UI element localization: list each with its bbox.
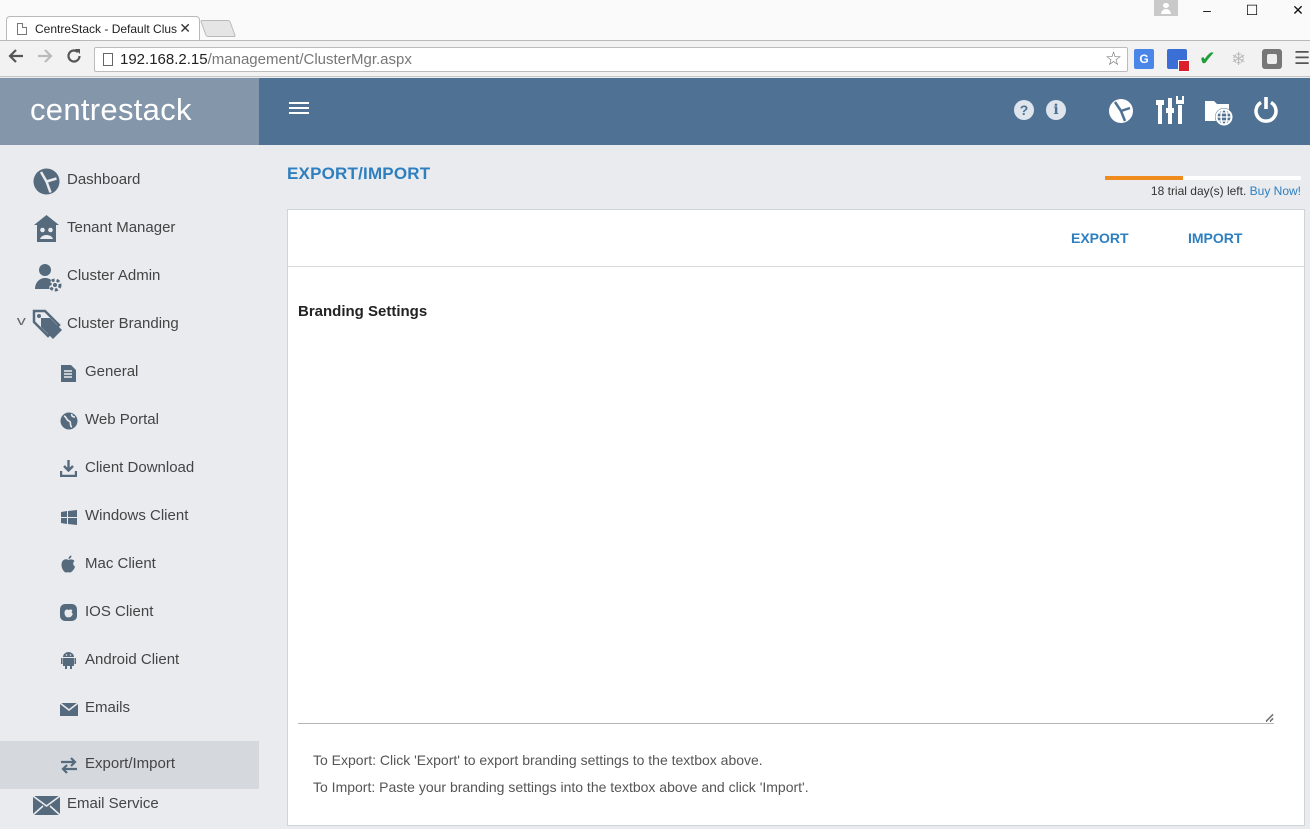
forward-arrow-icon: [38, 49, 53, 63]
document-icon: [61, 365, 76, 386]
sidebar-item-label: Mac Client: [85, 555, 156, 572]
sidebar-item-email-service[interactable]: Email Service: [0, 781, 259, 829]
trial-days-left: 18 trial day(s) left.: [1150, 184, 1247, 198]
mail-icon: [32, 795, 61, 819]
sidebar-item-windows-client[interactable]: Windows Client: [0, 493, 259, 541]
close-window-button[interactable]: ✕: [1283, 2, 1310, 19]
import-button[interactable]: IMPORT: [1188, 230, 1242, 246]
sidebar-item-emails[interactable]: Emails: [0, 685, 259, 733]
app-header: centrestack ? i: [0, 78, 1310, 145]
sidebar-item-label: Tenant Manager: [67, 219, 176, 236]
address-bar[interactable]: 192.168.2.15/management/ClusterMgr.aspx …: [94, 47, 1128, 72]
tag-icon: [32, 309, 64, 343]
browser-menu-icon[interactable]: ☰: [1294, 48, 1310, 69]
logo-area: centrestack: [0, 78, 259, 145]
chevron-down-icon: v: [16, 313, 26, 328]
reload-button[interactable]: [63, 47, 85, 70]
back-button[interactable]: [5, 47, 27, 70]
tools-icon[interactable]: [1155, 96, 1185, 124]
trial-progress-fill: [1105, 176, 1184, 180]
bookmark-star-icon[interactable]: ☆: [1105, 48, 1122, 71]
dashboard-icon: [33, 168, 60, 199]
sidebar-item-general[interactable]: General: [0, 349, 259, 397]
sidebar-item-label: Emails: [85, 699, 131, 716]
maximize-button[interactable]: ☐: [1237, 2, 1267, 19]
trial-progress-bar: [1105, 176, 1301, 180]
menu-icon[interactable]: [289, 102, 309, 119]
panel-toolbar: EXPORT IMPORT: [288, 210, 1304, 267]
android-icon: [61, 651, 76, 673]
sidebar-item-mac-client[interactable]: Mac Client: [0, 541, 259, 589]
sidebar-item-label: Windows Client: [85, 507, 189, 524]
sidebar-item-label: Email Service: [67, 795, 159, 812]
export-help-text: To Export: Click 'Export' to export bran…: [313, 752, 763, 768]
forward-button[interactable]: [34, 47, 56, 70]
browser-titlebar: CentreStack - Default Clus ✕ – ☐ ✕: [0, 0, 1310, 41]
sidebar-item-label: Cluster Admin: [67, 267, 161, 284]
export-button[interactable]: EXPORT: [1071, 230, 1129, 246]
sidebar-item-dashboard[interactable]: Dashboard: [0, 157, 259, 205]
sidebar-item-android-client[interactable]: Android Client: [0, 637, 259, 685]
download-icon: [59, 460, 78, 481]
reload-icon: [67, 49, 81, 63]
envelope-icon: [59, 702, 79, 720]
trial-indicator: 18 trial day(s) left. Buy Now!: [1105, 176, 1301, 198]
sidebar: Dashboard Tenant Manager Cluster Admin v…: [0, 145, 259, 826]
branding-settings-textbox[interactable]: [298, 330, 1274, 724]
export-import-panel: EXPORT IMPORT Branding Settings To Expor…: [287, 209, 1305, 826]
sidebar-item-label: Cluster Branding: [67, 315, 179, 332]
tab-close-icon[interactable]: ✕: [179, 20, 191, 37]
check-extension-icon[interactable]: ✔: [1199, 49, 1219, 69]
snowflake-extension-icon[interactable]: ❄: [1231, 49, 1251, 69]
sidebar-item-tenant-manager[interactable]: Tenant Manager: [0, 205, 259, 253]
tenant-icon: [33, 214, 60, 247]
sidebar-item-cluster-branding[interactable]: v Cluster Branding: [0, 301, 259, 349]
section-label: Branding Settings: [298, 303, 428, 320]
windows-icon: [61, 510, 77, 529]
dashboard-icon[interactable]: [1108, 98, 1134, 124]
web-portal-icon[interactable]: [1203, 97, 1235, 127]
box-extension-icon[interactable]: [1262, 49, 1282, 69]
sidebar-item-label: General: [85, 363, 139, 380]
screen-extension-icon[interactable]: [1167, 49, 1190, 72]
sidebar-item-label: Export/Import: [85, 755, 176, 772]
globe-icon: [60, 412, 78, 434]
import-help-text: To Import: Paste your branding settings …: [313, 779, 809, 795]
new-tab-button[interactable]: [199, 20, 237, 37]
url-text: 192.168.2.15/management/ClusterMgr.aspx: [120, 51, 412, 68]
page-icon: [17, 23, 27, 35]
page-icon: [103, 53, 113, 66]
tab-title: CentreStack - Default Clus: [35, 22, 178, 36]
sidebar-item-label: Client Download: [85, 459, 195, 476]
translate-extension-icon[interactable]: G: [1134, 49, 1154, 69]
sidebar-item-cluster-admin[interactable]: Cluster Admin: [0, 253, 259, 301]
apple-icon: [61, 555, 76, 577]
sidebar-item-label: IOS Client: [85, 603, 154, 620]
power-icon[interactable]: [1252, 96, 1280, 124]
sidebar-item-label: Web Portal: [85, 411, 159, 428]
sidebar-item-label: Android Client: [85, 651, 180, 668]
resize-grip-icon[interactable]: [1265, 713, 1274, 722]
page-title: EXPORT/IMPORT: [287, 164, 431, 183]
info-icon[interactable]: i: [1046, 100, 1066, 120]
help-icon[interactable]: ?: [1014, 100, 1034, 120]
browser-toolbar: 192.168.2.15/management/ClusterMgr.aspx …: [0, 40, 1310, 77]
back-arrow-icon: [8, 49, 23, 63]
sidebar-item-client-download[interactable]: Client Download: [0, 445, 259, 493]
sidebar-item-label: Dashboard: [67, 171, 141, 188]
logo: centrestack: [30, 92, 192, 127]
minimize-button[interactable]: –: [1192, 2, 1222, 18]
buy-now-link[interactable]: Buy Now!: [1250, 184, 1301, 198]
sidebar-item-ios-client[interactable]: IOS Client: [0, 589, 259, 637]
user-profile-icon[interactable]: [1154, 0, 1178, 16]
trial-text: 18 trial day(s) left. Buy Now!: [1151, 184, 1301, 198]
cluster-admin-icon: [34, 262, 62, 296]
swap-icon: [60, 757, 78, 778]
browser-tab[interactable]: CentreStack - Default Clus ✕: [6, 16, 200, 41]
sidebar-item-web-portal[interactable]: Web Portal: [0, 397, 259, 445]
ios-icon: [60, 604, 77, 625]
